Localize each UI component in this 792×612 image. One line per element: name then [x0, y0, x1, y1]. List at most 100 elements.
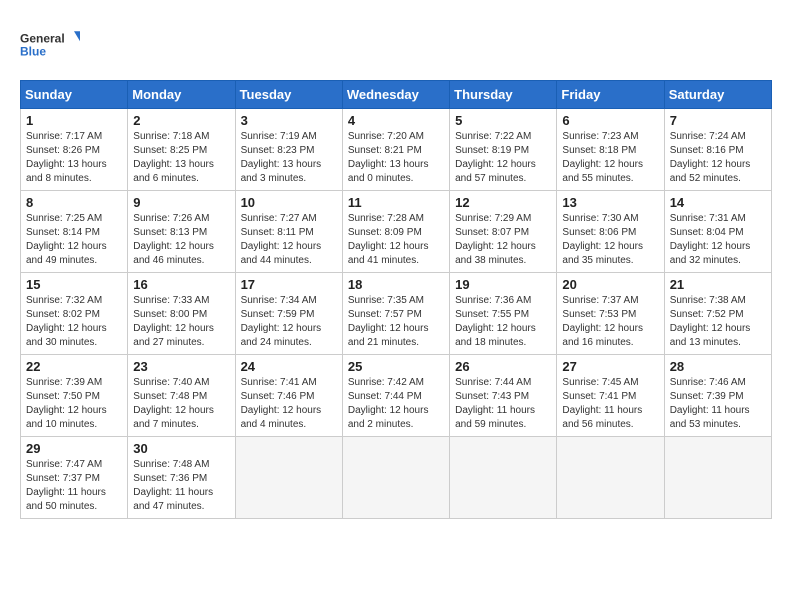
day-number: 3 — [241, 113, 337, 128]
calendar-cell: 26Sunrise: 7:44 AMSunset: 7:43 PMDayligh… — [450, 355, 557, 437]
day-number: 25 — [348, 359, 444, 374]
cell-info: Sunrise: 7:29 AMSunset: 8:07 PMDaylight:… — [455, 212, 551, 268]
calendar-cell: 30 Sunrise: 7:48 AMSunset: 7:36 PMDayligh… — [128, 437, 235, 519]
cell-info: Sunrise: 7:24 AMSunset: 8:16 PMDaylight:… — [670, 130, 766, 186]
cell-info: Sunrise: 7:30 AMSunset: 8:06 PMDaylight:… — [562, 212, 658, 268]
cell-info: Sunrise: 7:39 AMSunset: 7:50 PMDaylight:… — [26, 376, 122, 432]
calendar-cell — [342, 437, 449, 519]
calendar-cell: 10 Sunrise: 7:27 AMSunset: 8:11 PMDayligh… — [235, 191, 342, 273]
calendar-cell: 2Sunrise: 7:18 AMSunset: 8:25 PMDaylight… — [128, 109, 235, 191]
cell-info: Sunrise: 7:41 AMSunset: 7:46 PMDaylight:… — [241, 376, 337, 432]
calendar-cell: 6 Sunrise: 7:23 AMSunset: 8:18 PMDaylight… — [557, 109, 664, 191]
cell-info: Sunrise: 7:37 AMSunset: 7:53 PMDaylight:… — [562, 294, 658, 350]
day-number: 10 — [241, 195, 337, 210]
calendar-cell — [235, 437, 342, 519]
svg-text:General: General — [20, 31, 65, 45]
calendar-cell: 8 Sunrise: 7:25 AMSunset: 8:14 PMDaylight… — [21, 191, 128, 273]
calendar-cell: 11 Sunrise: 7:28 AMSunset: 8:09 PMDayligh… — [342, 191, 449, 273]
calendar-cell — [450, 437, 557, 519]
cell-info: Sunrise: 7:34 AMSunset: 7:59 PMDaylight:… — [241, 294, 337, 350]
logo-svg: General Blue — [20, 20, 80, 70]
day-number: 5 — [455, 113, 551, 128]
day-number: 29 — [26, 441, 122, 456]
day-number: 4 — [348, 113, 444, 128]
calendar-cell: 9 Sunrise: 7:26 AMSunset: 8:13 PMDaylight… — [128, 191, 235, 273]
col-header-thursday: Thursday — [450, 81, 557, 109]
day-number: 27 — [562, 359, 658, 374]
calendar-cell — [557, 437, 664, 519]
logo: General Blue — [20, 20, 80, 70]
day-number: 14 — [670, 195, 766, 210]
day-number: 17 — [241, 277, 337, 292]
calendar-cell: 14 Sunrise: 7:31 AMSunset: 8:04 PMDayligh… — [664, 191, 771, 273]
cell-info: Sunrise: 7:48 AMSunset: 7:36 PMDaylight:… — [133, 458, 229, 514]
svg-text:Blue: Blue — [20, 44, 46, 58]
day-number: 6 — [562, 113, 658, 128]
cell-info: Sunrise: 7:46 AMSunset: 7:39 PMDaylight:… — [670, 376, 766, 432]
calendar-cell: 21 Sunrise: 7:38 AMSunset: 7:52 PMDayligh… — [664, 273, 771, 355]
cell-info: Sunrise: 7:28 AMSunset: 8:09 PMDaylight:… — [348, 212, 444, 268]
cell-info: Sunrise: 7:45 AMSunset: 7:41 PMDaylight:… — [562, 376, 658, 432]
day-number: 30 — [133, 441, 229, 456]
cell-info: Sunrise: 7:42 AMSunset: 7:44 PMDaylight:… — [348, 376, 444, 432]
calendar-table: SundayMondayTuesdayWednesdayThursdayFrid… — [20, 80, 772, 519]
cell-info: Sunrise: 7:35 AMSunset: 7:57 PMDaylight:… — [348, 294, 444, 350]
calendar-cell — [664, 437, 771, 519]
day-number: 16 — [133, 277, 229, 292]
day-number: 19 — [455, 277, 551, 292]
calendar-cell: 1 Sunrise: 7:17 AMSunset: 8:26 PMDaylight… — [21, 109, 128, 191]
calendar-cell: 15 Sunrise: 7:32 AMSunset: 8:02 PMDayligh… — [21, 273, 128, 355]
cell-info: Sunrise: 7:47 AMSunset: 7:37 PMDaylight:… — [26, 458, 122, 514]
day-number: 24 — [241, 359, 337, 374]
calendar-cell: 3Sunrise: 7:19 AMSunset: 8:23 PMDaylight… — [235, 109, 342, 191]
cell-info: Sunrise: 7:36 AMSunset: 7:55 PMDaylight:… — [455, 294, 551, 350]
cell-info: Sunrise: 7:38 AMSunset: 7:52 PMDaylight:… — [670, 294, 766, 350]
calendar-cell: 12 Sunrise: 7:29 AMSunset: 8:07 PMDayligh… — [450, 191, 557, 273]
day-number: 9 — [133, 195, 229, 210]
day-number: 11 — [348, 195, 444, 210]
col-header-friday: Friday — [557, 81, 664, 109]
calendar-cell: 29 Sunrise: 7:47 AMSunset: 7:37 PMDayligh… — [21, 437, 128, 519]
col-header-monday: Monday — [128, 81, 235, 109]
cell-info: Sunrise: 7:17 AMSunset: 8:26 PMDaylight:… — [26, 130, 122, 186]
day-number: 20 — [562, 277, 658, 292]
calendar-cell: 16 Sunrise: 7:33 AMSunset: 8:00 PMDayligh… — [128, 273, 235, 355]
col-header-tuesday: Tuesday — [235, 81, 342, 109]
day-number: 23 — [133, 359, 229, 374]
day-number: 26 — [455, 359, 551, 374]
day-number: 22 — [26, 359, 122, 374]
col-header-sunday: Sunday — [21, 81, 128, 109]
col-header-wednesday: Wednesday — [342, 81, 449, 109]
cell-info: Sunrise: 7:26 AMSunset: 8:13 PMDaylight:… — [133, 212, 229, 268]
cell-info: Sunrise: 7:18 AMSunset: 8:25 PMDaylight:… — [133, 130, 229, 186]
day-number: 13 — [562, 195, 658, 210]
day-number: 7 — [670, 113, 766, 128]
cell-info: Sunrise: 7:25 AMSunset: 8:14 PMDaylight:… — [26, 212, 122, 268]
day-number: 8 — [26, 195, 122, 210]
calendar-cell: 20 Sunrise: 7:37 AMSunset: 7:53 PMDayligh… — [557, 273, 664, 355]
cell-info: Sunrise: 7:22 AMSunset: 8:19 PMDaylight:… — [455, 130, 551, 186]
day-number: 1 — [26, 113, 122, 128]
day-number: 15 — [26, 277, 122, 292]
cell-info: Sunrise: 7:27 AMSunset: 8:11 PMDaylight:… — [241, 212, 337, 268]
calendar-cell: 5 Sunrise: 7:22 AMSunset: 8:19 PMDaylight… — [450, 109, 557, 191]
cell-info: Sunrise: 7:32 AMSunset: 8:02 PMDaylight:… — [26, 294, 122, 350]
day-number: 28 — [670, 359, 766, 374]
calendar-cell: 23 Sunrise: 7:40 AMSunset: 7:48 PMDayligh… — [128, 355, 235, 437]
calendar-cell: 24 Sunrise: 7:41 AMSunset: 7:46 PMDayligh… — [235, 355, 342, 437]
calendar-cell: 17 Sunrise: 7:34 AMSunset: 7:59 PMDayligh… — [235, 273, 342, 355]
day-number: 12 — [455, 195, 551, 210]
calendar-cell: 18 Sunrise: 7:35 AMSunset: 7:57 PMDayligh… — [342, 273, 449, 355]
col-header-saturday: Saturday — [664, 81, 771, 109]
cell-info: Sunrise: 7:40 AMSunset: 7:48 PMDaylight:… — [133, 376, 229, 432]
page-header: General Blue — [20, 20, 772, 70]
calendar-cell: 7 Sunrise: 7:24 AMSunset: 8:16 PMDaylight… — [664, 109, 771, 191]
cell-info: Sunrise: 7:31 AMSunset: 8:04 PMDaylight:… — [670, 212, 766, 268]
cell-info: Sunrise: 7:23 AMSunset: 8:18 PMDaylight:… — [562, 130, 658, 186]
calendar-cell: 28 Sunrise: 7:46 AMSunset: 7:39 PMDayligh… — [664, 355, 771, 437]
cell-info: Sunrise: 7:33 AMSunset: 8:00 PMDaylight:… — [133, 294, 229, 350]
calendar-cell: 27 Sunrise: 7:45 AMSunset: 7:41 PMDayligh… — [557, 355, 664, 437]
day-number: 18 — [348, 277, 444, 292]
calendar-cell: 25 Sunrise: 7:42 AMSunset: 7:44 PMDayligh… — [342, 355, 449, 437]
day-number: 21 — [670, 277, 766, 292]
